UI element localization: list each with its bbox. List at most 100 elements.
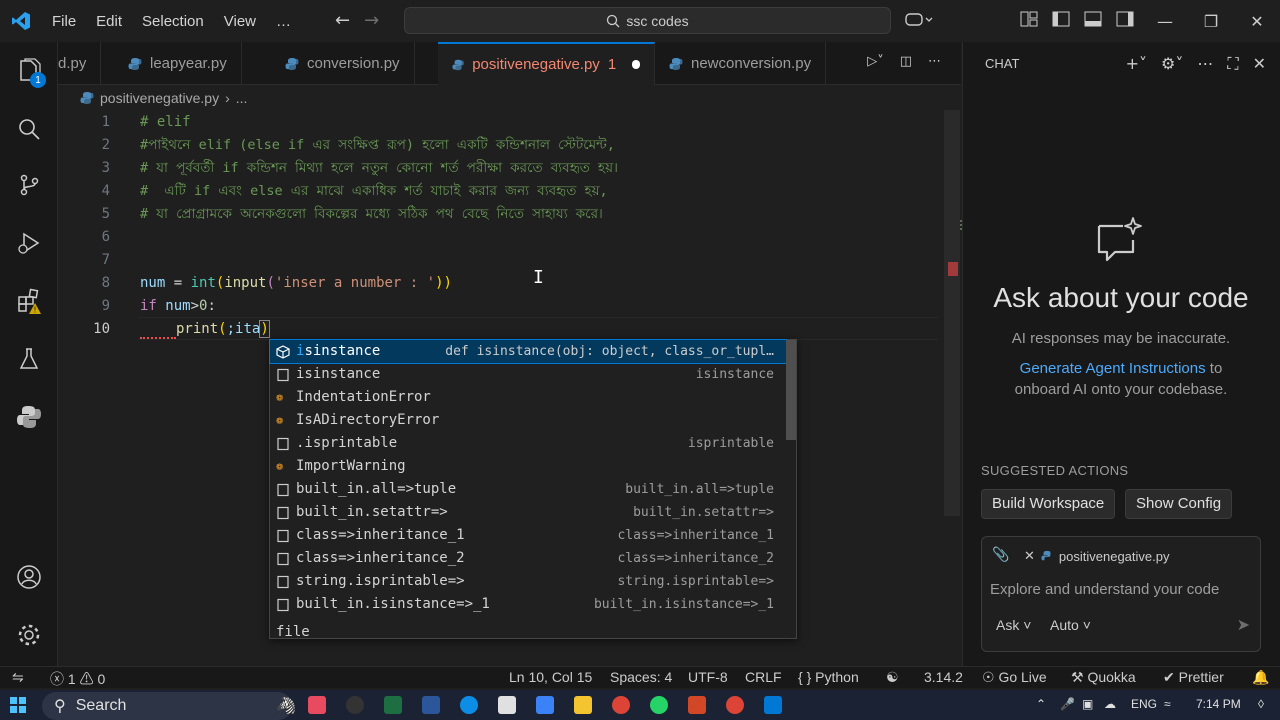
python-icon[interactable] — [14, 402, 44, 432]
taskbar-search[interactable]: ⚲ Search 🦓 — [42, 692, 296, 720]
toggle-primary-sidebar-icon[interactable] — [1052, 10, 1070, 28]
extensions-icon[interactable]: ! — [14, 286, 44, 316]
suggestion-item[interactable]: string.isprintable=> string.isprintable=… — [270, 570, 786, 593]
tray-app-icon[interactable]: ▣ — [1082, 697, 1093, 711]
powerpoint-app-icon[interactable] — [688, 696, 706, 714]
github-app-icon[interactable] — [346, 696, 364, 714]
testing-icon[interactable] — [14, 344, 44, 374]
tab-d-py[interactable]: d.py — [58, 42, 102, 85]
problems-indicator[interactable]: ⓧ 1 ⚠ 0 — [50, 669, 105, 689]
encoding[interactable]: UTF-8 — [688, 669, 728, 685]
suggestion-item[interactable]: isinstance isinstance — [270, 363, 786, 386]
language-mode[interactable]: { } Python — [798, 669, 859, 685]
toggle-secondary-sidebar-icon[interactable] — [1116, 10, 1134, 28]
tray-chevron-icon[interactable]: ⌃ — [1036, 697, 1046, 711]
context-file-chip[interactable]: ✕ positivenegative.py — [1024, 545, 1169, 567]
new-chat-icon[interactable]: +˅ — [1126, 54, 1147, 74]
suggestion-item[interactable]: class=>inheritance_2 class=>inheritance_… — [270, 547, 786, 570]
tab-conversion[interactable]: conversion.py — [271, 42, 415, 85]
menu-more[interactable]: … — [266, 13, 301, 30]
breadcrumb-file[interactable]: positivenegative.py — [100, 90, 219, 106]
chat-input-box[interactable]: 📎 ✕ positivenegative.py Explore and unde… — [981, 536, 1261, 652]
suggestion-item[interactable]: ❁ IsADirectoryError — [270, 409, 786, 432]
split-editor-icon[interactable]: ◫ — [900, 54, 912, 69]
remote-icon[interactable]: ⇋ — [12, 669, 24, 686]
more-actions-icon[interactable]: ⋯ — [1197, 54, 1213, 74]
suggestion-item[interactable]: ❁ IndentationError — [270, 386, 786, 409]
suggestion-item[interactable]: built_in.isinstance=>_1 built_in.isinsta… — [270, 593, 786, 616]
minimize-icon[interactable]: — — [1142, 12, 1188, 31]
chrome-app-icon[interactable] — [726, 696, 744, 714]
restore-icon[interactable]: ❐ — [1188, 12, 1234, 31]
vscode-app-icon[interactable] — [764, 696, 782, 714]
go-live-button[interactable]: ☉ Go Live — [982, 669, 1047, 686]
suggestion-item[interactable]: built_in.setattr=> built_in.setattr=> — [270, 501, 786, 524]
close-window-icon[interactable]: ✕ — [1234, 12, 1280, 31]
breadcrumb-more[interactable]: ... — [236, 90, 248, 106]
editor-scrollbar[interactable] — [944, 110, 960, 516]
remove-context-icon[interactable]: ✕ — [1024, 548, 1035, 564]
microphone-icon[interactable]: 🎤 — [1060, 697, 1075, 711]
edge-app-icon[interactable] — [460, 696, 478, 714]
input-language[interactable]: ENG — [1131, 697, 1157, 711]
notifications-bell-icon[interactable]: 🔔 — [1252, 669, 1269, 686]
indentation[interactable]: Spaces: 4 — [610, 669, 672, 685]
settings-gear-icon[interactable] — [14, 620, 44, 650]
copilot-app-icon[interactable] — [308, 696, 326, 714]
chrome-app-icon[interactable] — [612, 696, 630, 714]
suggestion-item[interactable]: built_in.all=>tuple built_in.all=>tuple — [270, 478, 786, 501]
run-file-icon[interactable]: ▷˅ — [867, 54, 884, 69]
tab-positivenegative[interactable]: positivenegative.py 1 — [438, 42, 655, 85]
run-debug-icon[interactable] — [14, 228, 44, 258]
maximize-icon[interactable]: ⛶ — [1227, 54, 1238, 74]
toggle-panel-icon[interactable] — [1084, 10, 1102, 28]
menu-selection[interactable]: Selection — [132, 13, 214, 30]
wifi-icon[interactable]: ≈ — [1164, 697, 1171, 711]
cursor-position[interactable]: Ln 10, Col 15 — [509, 669, 592, 685]
show-config-button[interactable]: Show Config — [1125, 489, 1233, 519]
copilot-icon[interactable] — [904, 10, 934, 34]
suggestion-item[interactable]: class=>inheritance_1 class=>inheritance_… — [270, 524, 786, 547]
whatsapp-app-icon[interactable] — [650, 696, 668, 714]
back-arrow-icon[interactable]: ← — [335, 10, 350, 31]
store-app-icon[interactable] — [498, 696, 516, 714]
send-icon[interactable]: ➤ — [1237, 615, 1250, 634]
word-app-icon[interactable] — [422, 696, 440, 714]
menu-view[interactable]: View — [214, 13, 266, 30]
line-ending[interactable]: CRLF — [745, 669, 782, 685]
mode-dropdown[interactable]: Ask ˅ — [996, 617, 1031, 633]
tab-leapyear[interactable]: leapyear.py — [114, 42, 242, 85]
python-version[interactable]: 3.14.2 — [924, 669, 963, 685]
source-control-icon[interactable] — [14, 170, 44, 200]
customize-layout-icon[interactable] — [1020, 10, 1038, 28]
unsaved-dot-icon[interactable] — [632, 60, 640, 69]
clock[interactable]: 7:14 PM — [1196, 697, 1241, 711]
close-panel-icon[interactable]: ✕ — [1253, 54, 1266, 74]
menu-file[interactable]: File — [42, 13, 86, 30]
account-icon[interactable] — [14, 562, 44, 592]
build-workspace-button[interactable]: Build Workspace — [981, 489, 1116, 519]
forward-arrow-icon[interactable]: → — [364, 10, 379, 31]
file-explorer-app-icon[interactable] — [574, 696, 592, 714]
suggestion-item[interactable]: .isprintable isprintable — [270, 432, 786, 455]
quokka-button[interactable]: ⚒ Quokka — [1071, 669, 1136, 686]
notification-center-icon[interactable]: ◊ — [1258, 697, 1264, 711]
generate-instructions-link[interactable]: Generate Agent Instructions — [1020, 360, 1206, 377]
suggestion-scrollbar[interactable] — [786, 340, 796, 440]
excel-app-icon[interactable] — [384, 696, 402, 714]
more-actions-icon[interactable]: ⋯ — [928, 54, 941, 69]
suggestion-item[interactable]: ❁ ImportWarning — [270, 455, 786, 478]
prettier-button[interactable]: ✔ Prettier — [1163, 669, 1224, 686]
chat-settings-gear-icon[interactable]: ⚙˅ — [1161, 54, 1183, 74]
menu-edit[interactable]: Edit — [86, 13, 132, 30]
tray-cloud-icon[interactable]: ☁ — [1104, 697, 1116, 711]
attach-paperclip-icon[interactable]: 📎 — [992, 547, 1009, 563]
command-center[interactable]: ssc codes — [404, 7, 891, 34]
tab-newconversion[interactable]: newconversion.py — [655, 42, 827, 85]
search-icon[interactable] — [14, 114, 44, 144]
interpreter-icon[interactable]: ☯ — [886, 669, 899, 686]
photos-app-icon[interactable] — [536, 696, 554, 714]
suggestion-item[interactable]: isinstance def isinstance(obj: object, c… — [269, 339, 787, 364]
model-dropdown[interactable]: Auto ˅ — [1050, 617, 1091, 633]
windows-start-icon[interactable] — [10, 697, 26, 713]
